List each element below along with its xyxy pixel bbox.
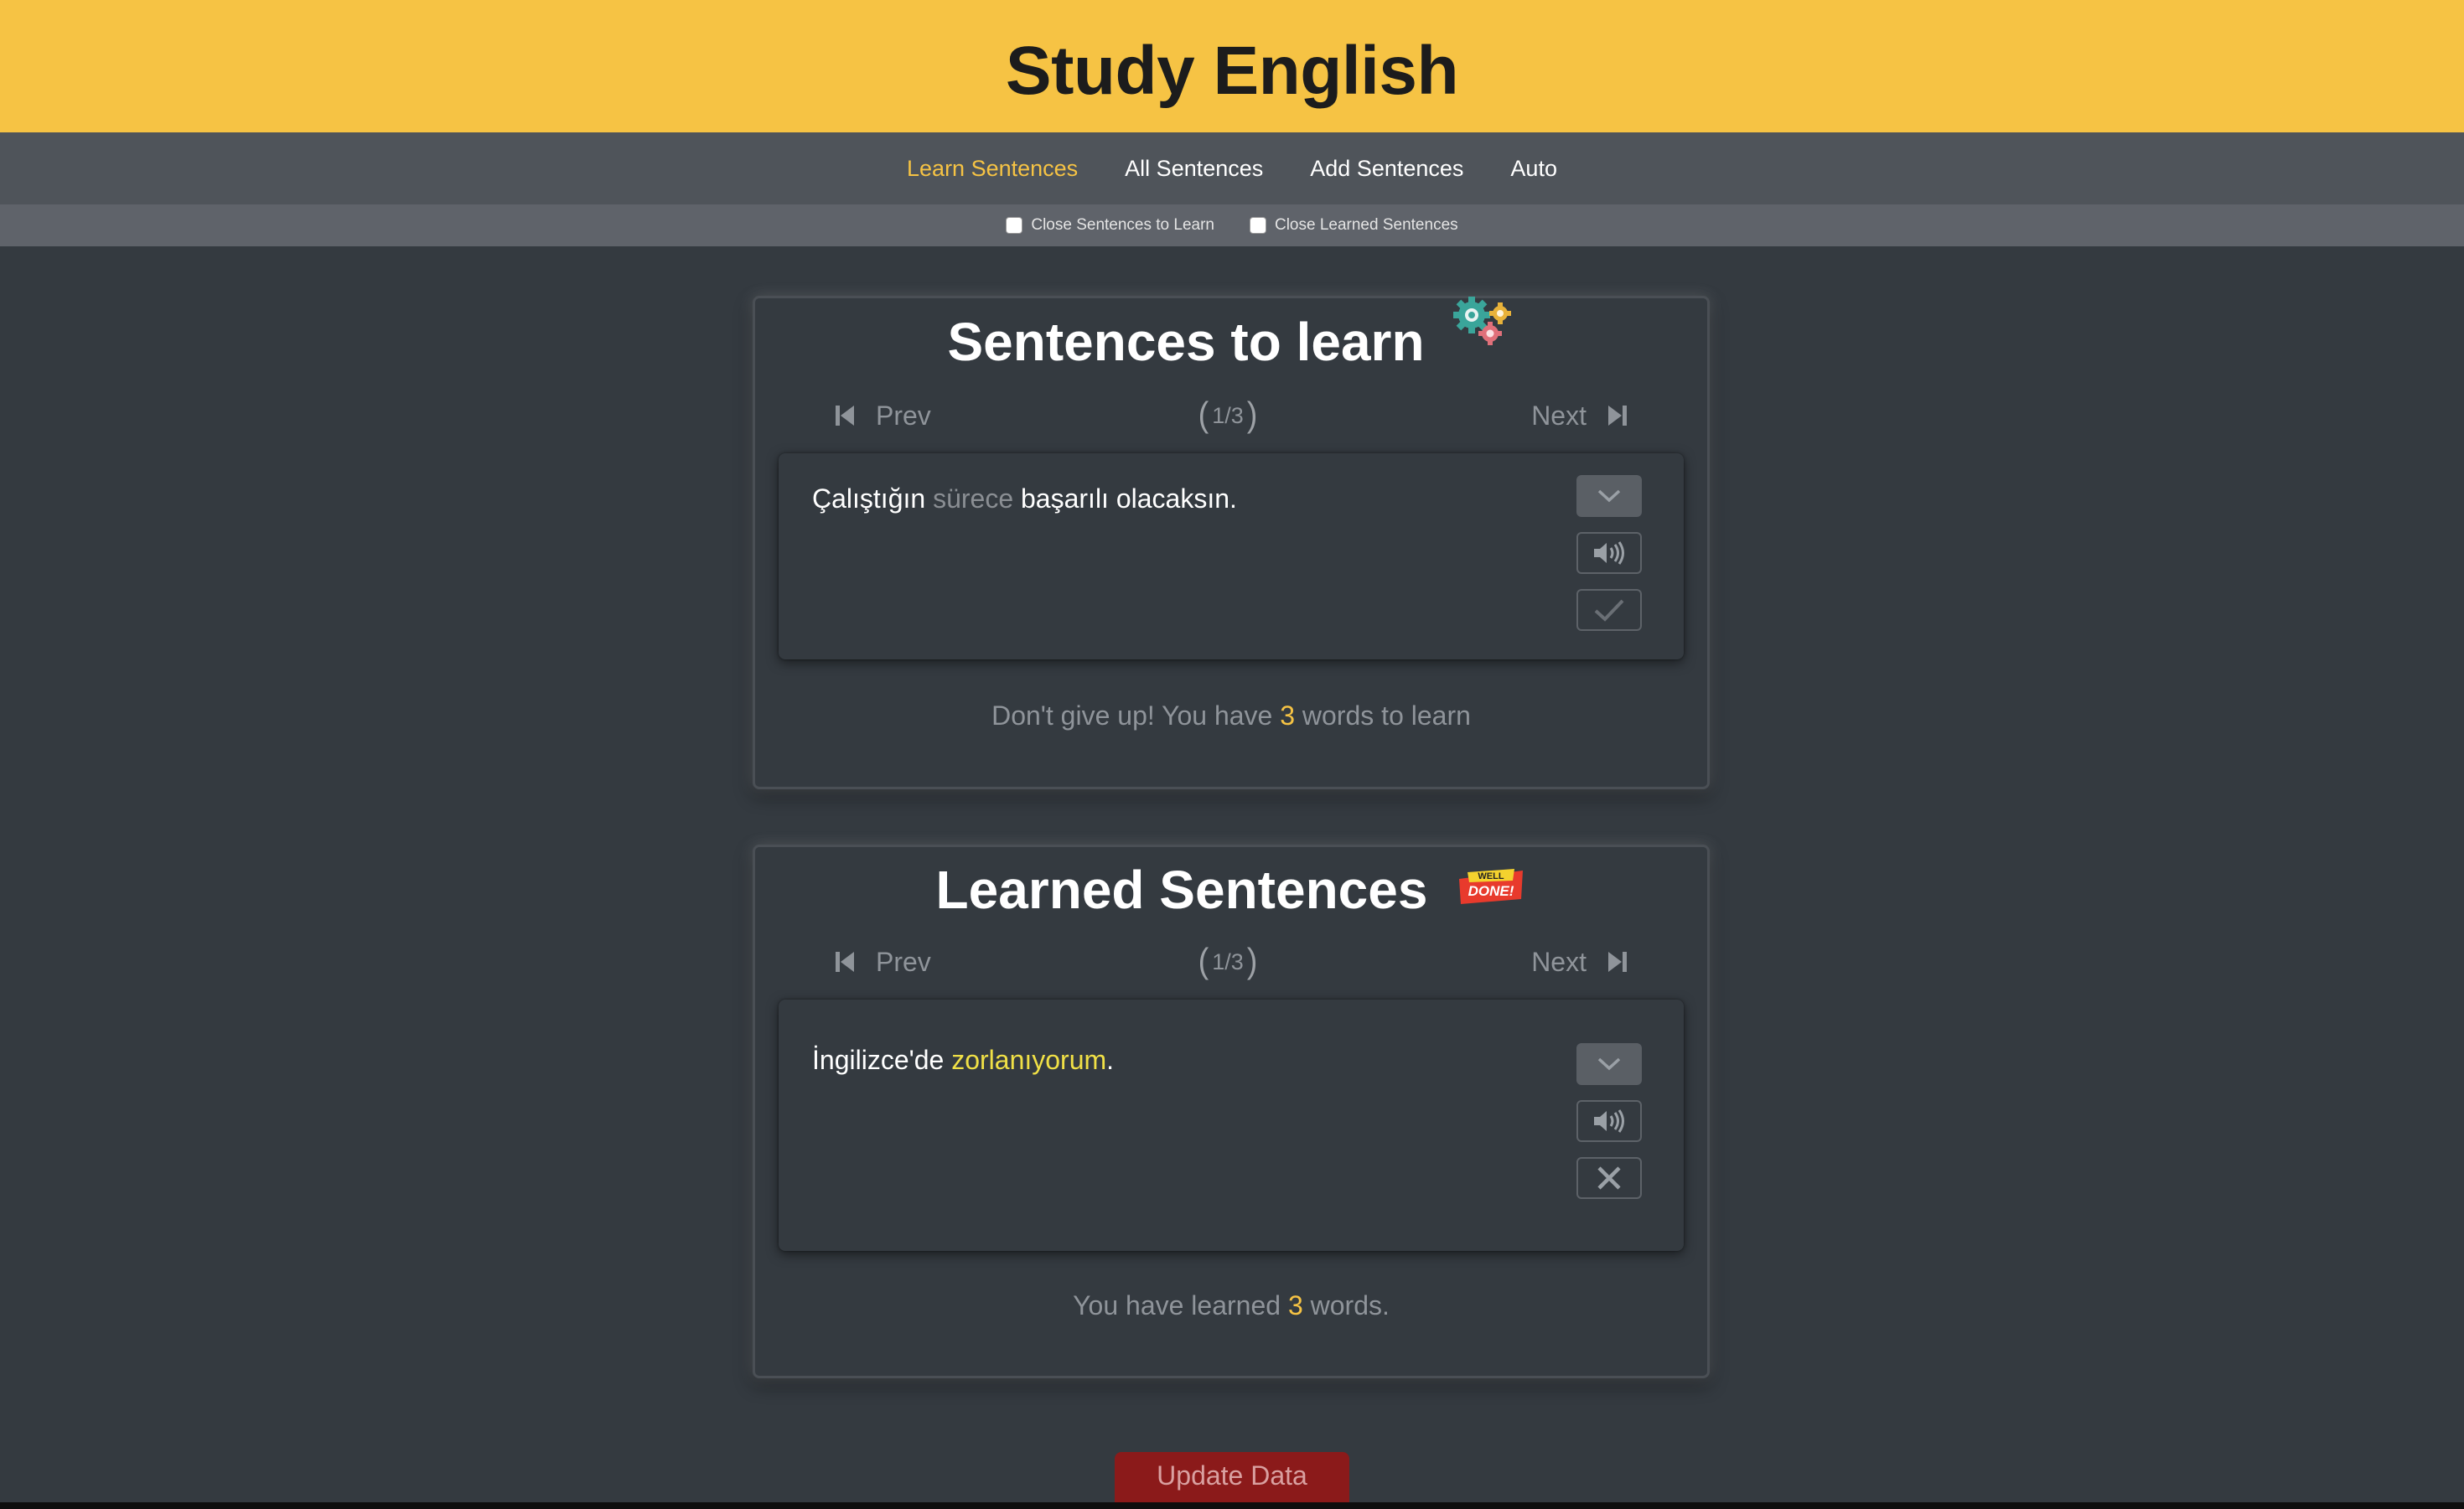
learned-pager: Prev (1/3) Next [836,941,1627,983]
speak-button[interactable] [1576,1100,1642,1142]
main-nav: Learn Sentences All Sentences Add Senten… [0,132,2464,204]
badge-line1: WELL [1478,871,1504,881]
app-header: Study English [0,0,2464,132]
skip-forward-icon [1607,952,1627,972]
learn-page-count: (1/3) [1198,395,1258,435]
learned-prev-button[interactable]: Prev [836,947,931,978]
close-learned-checkbox[interactable] [1249,217,1266,234]
learned-next-label: Next [1531,946,1587,977]
learned-page-count: (1/3) [1198,942,1258,981]
speak-button[interactable] [1576,532,1642,574]
learned-sentence-card: İngilizce'de zorlanıyorum. [779,1000,1684,1251]
check-icon [1594,599,1624,622]
learn-panel: Sentences to learn Prev (1/3) Next Çal… [753,296,1710,789]
learn-panel-title: Sentences to learn [947,312,1425,372]
unlearn-button[interactable] [1576,1157,1642,1199]
learned-footer: You have learned 3 words. [1073,1290,1390,1320]
close-learned-option[interactable]: Close Learned Sentences [1249,216,1458,235]
close-icon [1597,1166,1621,1190]
nav-learn-sentences[interactable]: Learn Sentences [907,156,1078,182]
close-learned-label: Close Learned Sentences [1274,216,1458,234]
learn-pager: Prev (1/3) Next [836,395,1627,437]
learn-footer: Don't give up! You have 3 words to learn [991,700,1471,731]
skip-back-icon [836,406,854,426]
nav-add-sentences[interactable]: Add Sentences [1310,156,1463,182]
close-to-learn-option[interactable]: Close Sentences to Learn [1006,216,1214,235]
chevron-down-icon [1597,489,1621,503]
close-to-learn-checkbox[interactable] [1006,217,1023,234]
learned-sentence-text: İngilizce'de zorlanıyorum. [812,1045,1115,1075]
badge-line2: DONE! [1468,883,1514,899]
learn-prev-label: Prev [876,400,931,431]
sentence-highlight: sürece [933,483,1014,514]
learned-panel: Learned Sentences WELL DONE! Prev (1/3) … [753,845,1710,1378]
learned-prev-label: Prev [876,946,931,977]
chevron-down-icon [1597,1057,1621,1071]
skip-back-icon [836,952,854,972]
learned-next-button[interactable]: Next [1531,947,1627,978]
skip-forward-icon [1607,406,1627,426]
learn-next-label: Next [1531,400,1587,431]
speaker-icon [1594,541,1624,565]
learned-count: 3 [1287,1290,1303,1320]
mark-learned-button[interactable] [1576,589,1642,631]
learn-prev-button[interactable]: Prev [836,401,931,432]
options-bar: Close Sentences to Learn Close Learned S… [0,204,2464,246]
speaker-icon [1594,1109,1624,1133]
words-to-learn-count: 3 [1280,700,1296,731]
close-to-learn-label: Close Sentences to Learn [1031,216,1214,234]
update-data-button[interactable]: Update Data [1115,1452,1349,1509]
nav-auto[interactable]: Auto [1510,156,1557,182]
expand-button[interactable] [1576,1043,1642,1085]
nav-all-sentences[interactable]: All Sentences [1125,156,1263,182]
expand-button[interactable] [1576,475,1642,517]
app-title: Study English [1005,33,1459,109]
gears-icon [1452,296,1515,363]
learn-next-button[interactable]: Next [1531,401,1627,432]
sentence-card: Çalıştığın sürece başarılı olacaksın. [779,453,1684,659]
learned-panel-title: Learned Sentences [935,860,1428,920]
learned-sentence-highlight: zorlanıyorum [951,1045,1107,1075]
well-done-badge-icon: WELL DONE! [1456,856,1526,918]
bottom-strip [0,1502,2464,1509]
sentence-text: Çalıştığın sürece başarılı olacaksın. [812,483,1237,514]
